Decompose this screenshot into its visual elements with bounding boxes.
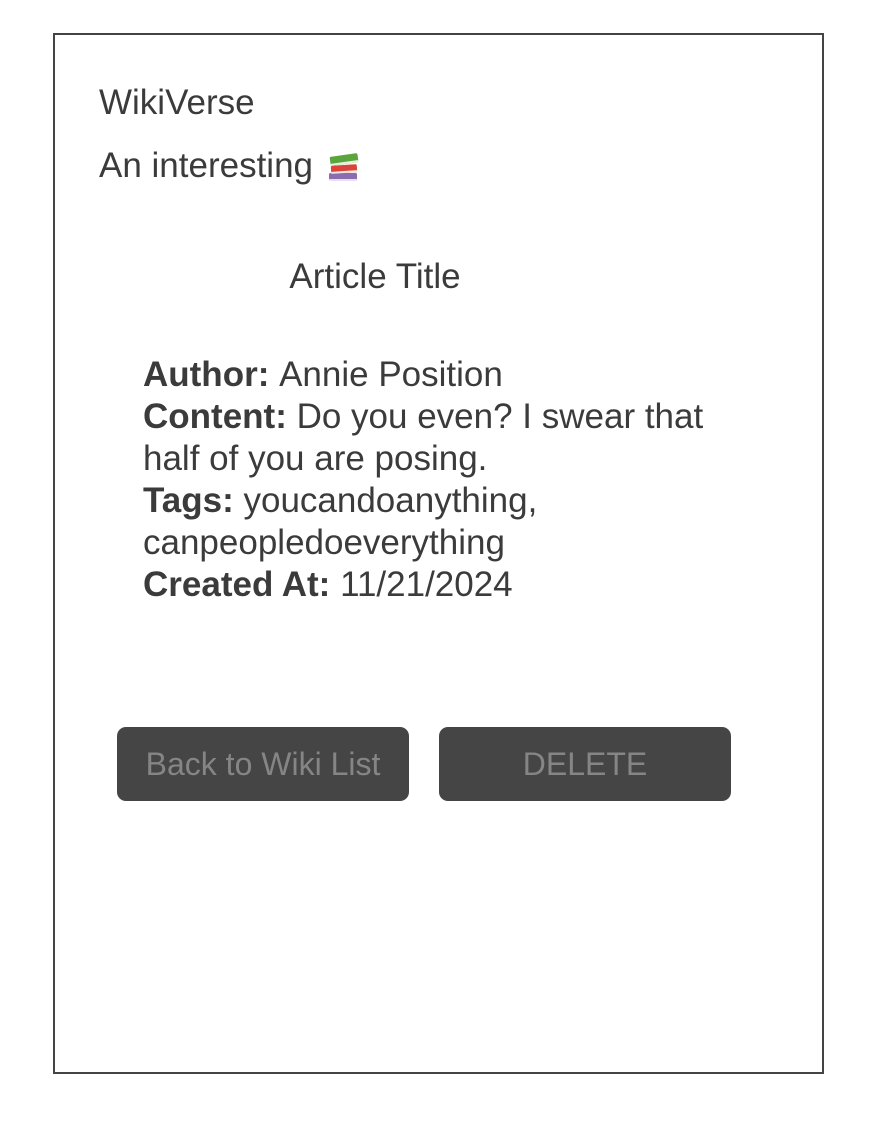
content-label: Content: (143, 397, 297, 436)
created-value: 11/21/2024 (340, 565, 513, 604)
author-row: Author: Annie Position (143, 354, 763, 396)
tags-row: Tags: youcandoanything, canpeopledoevery… (143, 480, 763, 564)
tagline-text: An interesting (99, 146, 314, 185)
delete-button[interactable]: DELETE (439, 727, 731, 801)
wiki-article-card: WikiVerse An interesting Article Title A… (53, 33, 824, 1074)
author-value: Annie Position (279, 355, 503, 394)
created-label: Created At: (143, 565, 341, 604)
author-label: Author: (143, 355, 280, 394)
article-details: Author: Annie Position Content: Do you e… (143, 354, 763, 606)
books-icon (325, 147, 363, 185)
created-row: Created At: 11/21/2024 (143, 564, 763, 606)
article-title: Article Title (289, 257, 461, 296)
site-title: WikiVerse (99, 83, 255, 122)
tags-label: Tags: (143, 481, 244, 520)
site-tagline: An interesting (99, 145, 363, 187)
back-to-wiki-list-button[interactable]: Back to Wiki List (117, 727, 409, 801)
content-row: Content: Do you even? I swear that half … (143, 396, 763, 480)
